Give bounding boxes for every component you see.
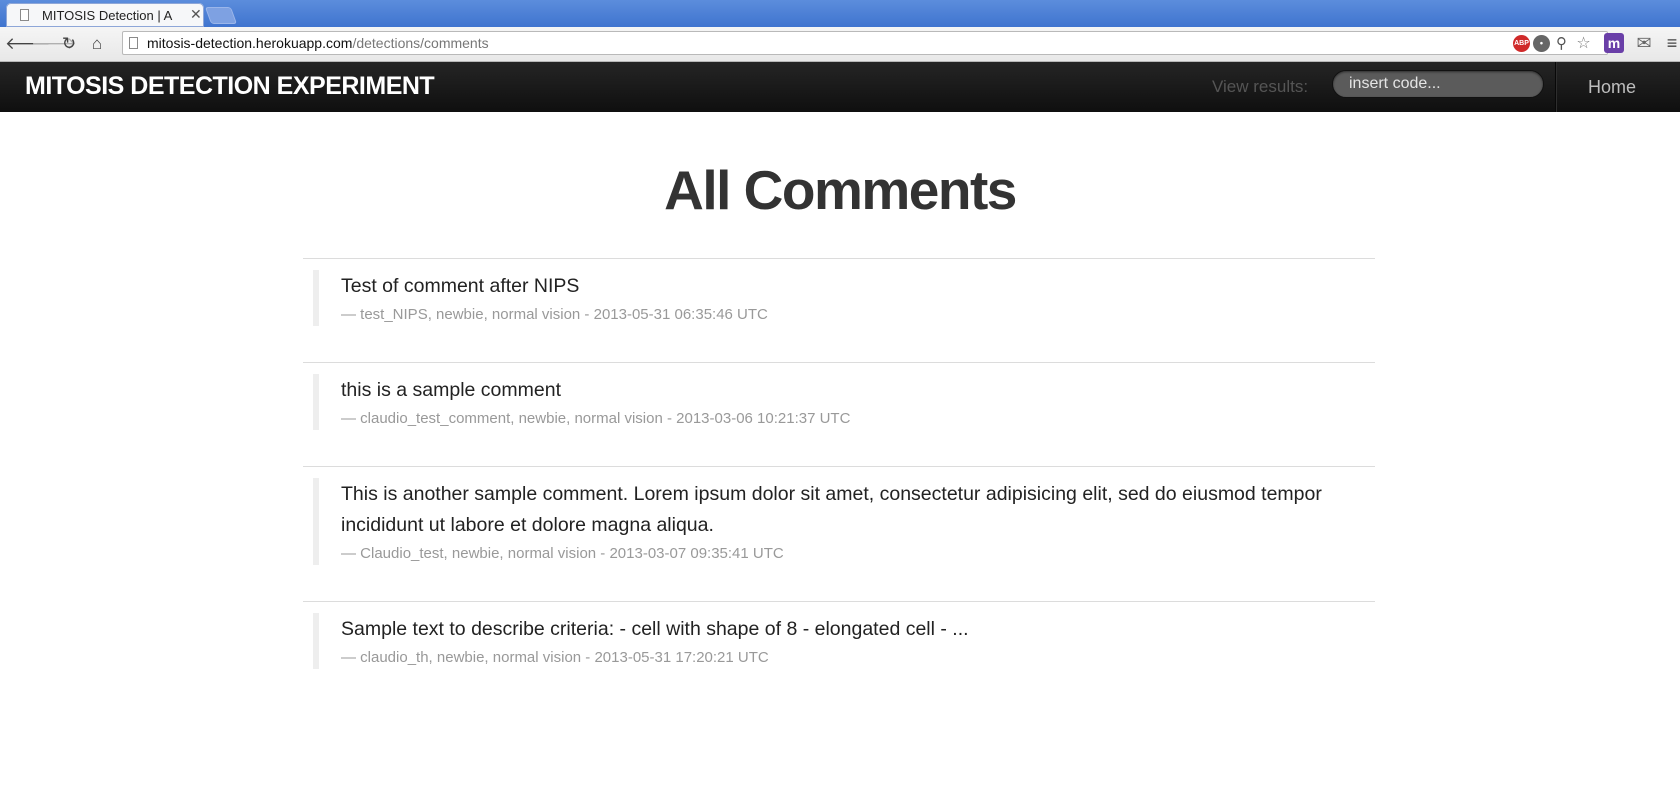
comment-meta: — claudio_test_comment, newbie, normal v… [341, 410, 851, 427]
comment-meta: — Claudio_test, newbie, normal vision - … [341, 545, 784, 562]
home-icon[interactable]: ⌂ [86, 33, 108, 55]
comment-meta: — test_NIPS, newbie, normal vision - 201… [341, 306, 768, 323]
home-link[interactable]: Home [1588, 77, 1636, 98]
browser-tab[interactable]: MITOSIS Detection | A ✕ [6, 3, 204, 27]
comment-text: Sample text to describe criteria: - cell… [341, 618, 969, 640]
lightbulb-icon[interactable]: • [1533, 35, 1550, 52]
site-navbar: MITOSIS DETECTION EXPERIMENT View result… [0, 62, 1680, 112]
comment-quote: Sample text to describe criteria: - cell… [313, 613, 1375, 669]
comment-quote: this is a sample comment — claudio_test_… [313, 374, 1375, 430]
browser-tab-strip: MITOSIS Detection | A ✕ [0, 0, 1680, 27]
page-icon [129, 37, 138, 49]
new-tab-button[interactable] [204, 7, 238, 24]
comment-quote: This is another sample comment. Lorem ip… [313, 478, 1375, 565]
forward-arrow-icon[interactable]: 🡒 [31, 33, 77, 55]
comment-item: Test of comment after NIPS — test_NIPS, … [303, 258, 1375, 362]
mail-extension-icon[interactable]: ✉ [1634, 33, 1654, 53]
browser-menu-icon[interactable]: ≡ [1662, 33, 1680, 53]
bookmark-star-icon[interactable]: ☆ [1575, 35, 1592, 52]
address-bar[interactable]: mitosis-detection.herokuapp.com/detectio… [122, 31, 1608, 55]
page-favicon-icon [20, 9, 29, 21]
page-title: All Comments [664, 159, 1017, 221]
comment-item: Sample text to describe criteria: - cell… [303, 601, 1375, 705]
tab-title: MITOSIS Detection | A [42, 8, 173, 23]
back-arrow-icon[interactable]: 🡐 [5, 33, 51, 55]
zoom-icon[interactable]: ⚲ [1553, 35, 1570, 52]
comment-text: Test of comment after NIPS [341, 275, 580, 297]
adblock-icon[interactable]: ABP [1513, 35, 1530, 52]
comment-text: This is another sample comment. Lorem ip… [341, 483, 1322, 536]
comment-list: Test of comment after NIPS — test_NIPS, … [303, 258, 1375, 705]
url-host: mitosis-detection.herokuapp.com [147, 35, 353, 51]
view-results-label: View results: [1212, 77, 1309, 96]
comment-text: this is a sample comment [341, 379, 561, 401]
site-brand[interactable]: MITOSIS DETECTION EXPERIMENT [25, 72, 435, 101]
url-path: /detections/comments [352, 35, 489, 51]
browser-toolbar: 🡐 🡒 ↻ ⌂ mitosis-detection.herokuapp.com/… [0, 27, 1680, 62]
comment-item: This is another sample comment. Lorem ip… [303, 466, 1375, 601]
nav-divider [1555, 62, 1557, 112]
comment-quote: Test of comment after NIPS — test_NIPS, … [313, 270, 1375, 326]
reload-icon[interactable]: ↻ [58, 33, 80, 55]
close-tab-icon[interactable]: ✕ [190, 6, 202, 23]
extension-m-icon[interactable]: m [1604, 33, 1624, 53]
url-text: mitosis-detection.herokuapp.com/detectio… [147, 35, 489, 51]
code-input[interactable] [1332, 70, 1544, 98]
comment-meta: — claudio_th, newbie, normal vision - 20… [341, 649, 769, 666]
comment-item: this is a sample comment — claudio_test_… [303, 362, 1375, 466]
